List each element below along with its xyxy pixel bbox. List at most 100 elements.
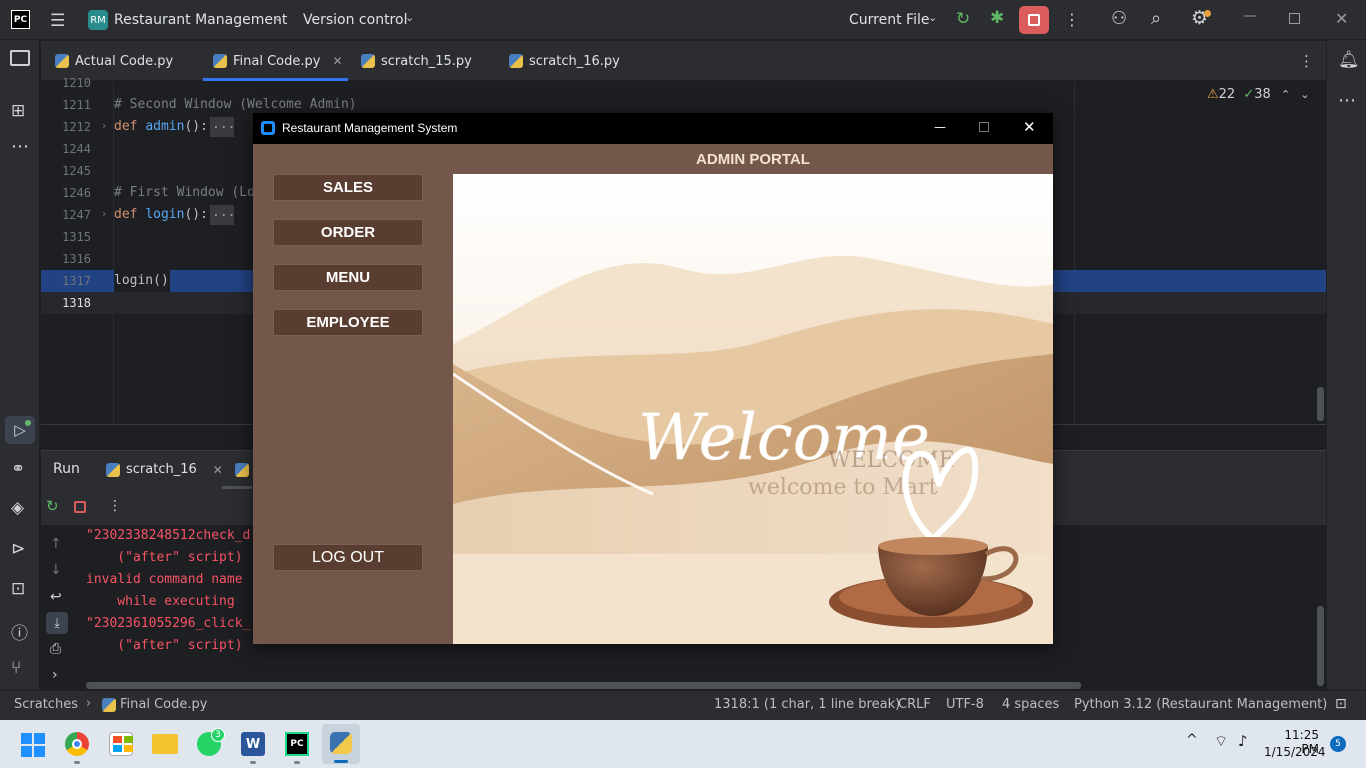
structure-icon[interactable]: ⊞	[11, 101, 25, 121]
lock-icon[interactable]: ⊡	[1335, 696, 1347, 712]
windows-start-icon[interactable]	[21, 733, 45, 757]
breadcrumb-file[interactable]: Final Code.py	[102, 697, 207, 712]
more-actions-icon[interactable]: ⋮	[1064, 10, 1080, 29]
pycharm-logo-icon[interactable]: PC	[11, 10, 30, 29]
maximize-icon[interactable]	[1289, 13, 1300, 24]
git-icon[interactable]: ⑂	[11, 658, 21, 678]
line-separator[interactable]: CRLF	[898, 697, 931, 712]
order-button[interactable]: ORDER	[273, 219, 423, 246]
close-tab-icon[interactable]: ✕	[213, 463, 223, 477]
notifications-bell-icon[interactable]: 🔔︎	[1338, 50, 1360, 70]
tab-final-code[interactable]: Final Code.py ✕	[213, 41, 343, 81]
rerun-icon[interactable]: ↻	[956, 9, 970, 29]
add-user-icon[interactable]: ⚇	[1111, 8, 1127, 29]
project-badge[interactable]: RM	[88, 10, 108, 30]
minimize-icon[interactable]: —	[934, 120, 946, 134]
line-number: 1317	[62, 274, 91, 288]
python-taskbar-active[interactable]	[322, 724, 360, 764]
notification-count-badge[interactable]: 5	[1330, 736, 1346, 752]
minimize-icon[interactable]: —	[1243, 8, 1257, 24]
chevron-down-icon[interactable]: ⌄	[928, 11, 937, 24]
close-tab-icon[interactable]: ✕	[332, 54, 342, 68]
close-icon[interactable]: ✕	[1335, 9, 1348, 28]
line-number: 1316	[62, 252, 91, 266]
folded-region[interactable]: ...	[210, 205, 235, 225]
chrome-icon[interactable]	[65, 732, 89, 756]
scroll-to-end-icon[interactable]: ⤓	[46, 612, 68, 634]
indent-setting[interactable]: 4 spaces	[1002, 697, 1059, 712]
ide-title-bar: PC ☰ RM Restaurant Management ⌄ Version …	[0, 0, 1366, 40]
maximize-icon[interactable]	[979, 122, 989, 132]
caret-position[interactable]: 1318:1 (1 char, 1 line break)	[714, 697, 900, 712]
tab-scratch-16[interactable]: scratch_16.py	[509, 41, 620, 81]
check-icon: ✓	[1243, 87, 1255, 102]
rerun-icon[interactable]: ↻	[46, 497, 59, 515]
restaurant-app-window: Restaurant Management System — ✕ SALES O…	[253, 113, 1053, 644]
microsoft-store-icon[interactable]	[109, 732, 133, 756]
python-file-icon	[55, 54, 69, 68]
logout-button[interactable]: LOG OUT	[273, 544, 423, 571]
print-icon[interactable]: ⎙	[50, 641, 61, 657]
horizontal-scrollbar[interactable]	[86, 682, 1081, 689]
app-title-bar: Restaurant Management System — ✕	[253, 113, 1053, 144]
windows-taskbar: 3 W PC ^ ⌔ ♪ 11:25 PM 1/15/2024 5	[0, 720, 1366, 768]
more-tools-icon[interactable]: ⋯	[11, 136, 29, 157]
scroll-up-icon[interactable]: ↑	[50, 536, 62, 552]
tabs-menu-icon[interactable]: ⋮	[1299, 52, 1314, 70]
file-encoding[interactable]: UTF-8	[946, 697, 984, 712]
tab-actual-code[interactable]: Actual Code.py	[55, 41, 173, 81]
services-icon[interactable]: ⊳	[11, 539, 25, 559]
breadcrumb-root[interactable]: Scratches	[14, 697, 78, 712]
chevron-down-icon[interactable]: ⌄	[405, 11, 414, 24]
chevron-up-icon[interactable]: ⌃	[1281, 88, 1290, 101]
python-file-icon	[106, 462, 120, 477]
main-menu-icon[interactable]: ☰	[50, 11, 65, 31]
menu-button[interactable]: MENU	[273, 264, 423, 291]
chevron-down-icon[interactable]: ⌄	[1300, 88, 1309, 101]
run-tab-scratch-16[interactable]: scratch_16 ✕	[106, 462, 223, 477]
run-config-selector[interactable]: Current File	[849, 12, 929, 28]
fold-chevron-icon[interactable]: ›	[102, 207, 106, 220]
clock-date[interactable]: 1/15/2024	[1264, 745, 1326, 759]
line-number: 1211	[62, 98, 91, 112]
tab-scratch-15[interactable]: scratch_15.py	[361, 41, 472, 81]
inspection-widget[interactable]: ⚠22 ✓38 ⌃ ⌄	[1207, 87, 1310, 102]
file-explorer-icon[interactable]	[152, 734, 178, 754]
right-margin-guide	[1074, 82, 1075, 424]
project-folder-icon[interactable]	[10, 50, 30, 66]
scroll-down-icon[interactable]: ↓	[50, 562, 62, 578]
chevron-down-icon[interactable]: ⌄	[274, 11, 283, 24]
employee-button[interactable]: EMPLOYEE	[273, 309, 423, 336]
run-tool-icon[interactable]: ▷	[5, 416, 35, 444]
search-icon[interactable]: ⌕	[1151, 8, 1161, 29]
project-name[interactable]: Restaurant Management	[114, 12, 287, 28]
python-interpreter[interactable]: Python 3.12 (Restaurant Management)	[1074, 697, 1327, 712]
stop-icon[interactable]	[74, 501, 86, 513]
volume-icon[interactable]: ♪	[1238, 732, 1248, 750]
version-control-menu[interactable]: Version control	[303, 12, 407, 28]
terminal-icon[interactable]: ⊡	[11, 579, 25, 599]
problems-icon[interactable]: ⓘ	[11, 619, 28, 644]
more-icon[interactable]: ⋯	[1338, 90, 1356, 111]
run-tab-second[interactable]	[235, 462, 249, 481]
wifi-icon[interactable]: ⌔	[1214, 732, 1228, 751]
fold-chevron-icon[interactable]: ›	[102, 119, 106, 132]
python-packages-icon[interactable]: ⚭	[11, 459, 25, 479]
line-number: 1315	[62, 230, 91, 244]
console-scrollbar[interactable]	[1317, 606, 1324, 686]
layers-icon[interactable]: ◈	[11, 498, 24, 518]
expand-icon[interactable]: ›	[52, 667, 58, 683]
stop-button[interactable]	[1019, 6, 1049, 34]
sales-button[interactable]: SALES	[273, 174, 423, 201]
debug-icon[interactable]: ✱	[990, 8, 1004, 28]
console-line: ("after" script)	[86, 550, 243, 565]
soft-wrap-icon[interactable]: ↩	[50, 589, 62, 605]
more-actions-icon[interactable]: ⋮	[108, 498, 122, 514]
folded-region[interactable]: ...	[210, 117, 235, 137]
show-hidden-icons[interactable]: ^	[1186, 732, 1198, 748]
editor-scrollbar[interactable]	[1317, 387, 1324, 421]
close-icon[interactable]: ✕	[1023, 118, 1036, 136]
pycharm-taskbar-icon[interactable]: PC	[285, 732, 309, 756]
pycharm-running-dot	[294, 761, 300, 764]
word-icon[interactable]: W	[241, 732, 265, 756]
